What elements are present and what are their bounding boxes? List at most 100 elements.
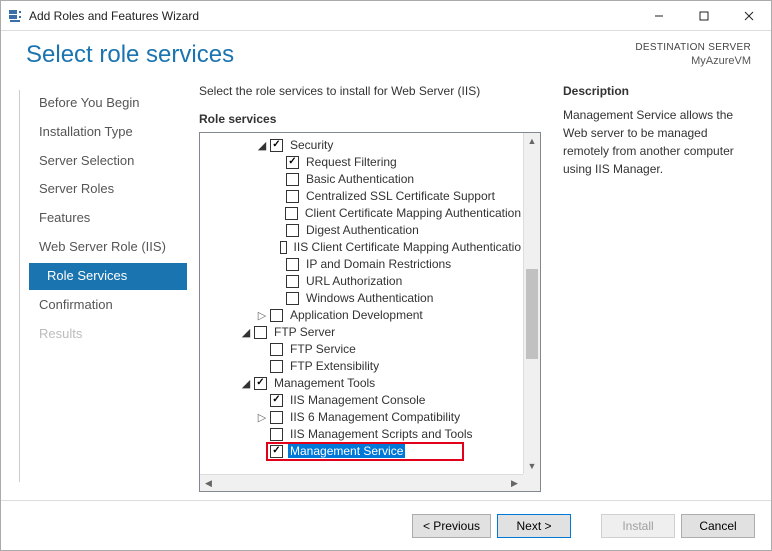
wizard-window: Add Roles and Features Wizard Select rol… (0, 0, 772, 551)
expand-icon[interactable]: ▷ (256, 309, 268, 322)
tree-node[interactable]: ◢ Security (208, 137, 523, 154)
tree-node[interactable]: Centralized SSL Certificate Support (208, 188, 523, 205)
tree-checkbox[interactable] (270, 428, 283, 441)
tree-checkbox[interactable] (254, 326, 267, 339)
vertical-scrollbar[interactable]: ▲ ▼ (523, 133, 540, 474)
expand-icon[interactable]: ▷ (256, 411, 268, 424)
tree-node[interactable]: Management Service (208, 443, 523, 460)
tree-node[interactable]: URL Authorization (208, 273, 523, 290)
scroll-up-icon[interactable]: ▲ (524, 133, 540, 150)
description-text: Management Service allows the Web server… (563, 106, 753, 178)
close-button[interactable] (726, 1, 771, 30)
tree-checkbox[interactable] (270, 309, 283, 322)
tree-checkbox[interactable] (270, 394, 283, 407)
destination-server: DESTINATION SERVER MyAzureVM (635, 41, 751, 68)
tree-checkbox[interactable] (286, 292, 299, 305)
tree-label[interactable]: IP and Domain Restrictions (304, 257, 453, 271)
tree-node[interactable]: FTP Service (208, 341, 523, 358)
scroll-corner (523, 474, 540, 491)
tree-node[interactable]: Basic Authentication (208, 171, 523, 188)
collapse-icon[interactable]: ◢ (240, 326, 252, 339)
tree-node[interactable]: IIS Management Scripts and Tools (208, 426, 523, 443)
footer: < Previous Next > Install Cancel (1, 500, 771, 550)
collapse-icon[interactable]: ◢ (240, 377, 252, 390)
tree-node[interactable]: ▷ Application Development (208, 307, 523, 324)
destination-name: MyAzureVM (635, 54, 751, 68)
tree-checkbox[interactable] (270, 411, 283, 424)
tree-checkbox[interactable] (285, 207, 297, 220)
description-panel: Description Management Service allows th… (553, 84, 753, 492)
tree-node[interactable]: IP and Domain Restrictions (208, 256, 523, 273)
cancel-button[interactable]: Cancel (681, 514, 755, 538)
tree-checkbox[interactable] (270, 343, 283, 356)
wizard-step[interactable]: Confirmation (29, 292, 187, 319)
install-button[interactable]: Install (601, 514, 675, 538)
scroll-left-icon[interactable]: ◀ (200, 475, 217, 491)
main-panel: Select the role services to install for … (187, 84, 553, 492)
role-services-tree[interactable]: ◢ Security Request Filtering Basic Authenti… (200, 133, 523, 474)
titlebar[interactable]: Add Roles and Features Wizard (1, 1, 771, 31)
tree-label[interactable]: Centralized SSL Certificate Support (304, 189, 497, 203)
scroll-down-icon[interactable]: ▼ (524, 457, 540, 474)
minimize-button[interactable] (636, 1, 681, 30)
window-title: Add Roles and Features Wizard (29, 9, 199, 23)
tree-node[interactable]: ◢ Management Tools (208, 375, 523, 392)
tree-label[interactable]: Management Service (288, 444, 405, 458)
wizard-step[interactable]: Server Selection (29, 148, 187, 175)
tree-label[interactable]: FTP Service (288, 342, 358, 356)
tree-checkbox[interactable] (270, 445, 283, 458)
scroll-right-icon[interactable]: ▶ (506, 475, 523, 491)
tree-node[interactable]: ▷ IIS 6 Management Compatibility (208, 409, 523, 426)
app-icon (7, 8, 23, 24)
wizard-steps: Before You BeginInstallation TypeServer … (19, 84, 187, 492)
tree-node[interactable]: IIS Client Certificate Mapping Authentic… (208, 239, 523, 256)
scroll-thumb[interactable] (526, 269, 538, 359)
horizontal-scrollbar[interactable]: ◀ ▶ (200, 474, 523, 491)
tree-node[interactable]: Windows Authentication (208, 290, 523, 307)
wizard-step: Results (29, 321, 187, 348)
tree-label[interactable]: Client Certificate Mapping Authenticatio… (303, 206, 523, 220)
tree-label[interactable]: IIS Management Scripts and Tools (288, 427, 475, 441)
collapse-icon[interactable]: ◢ (256, 139, 268, 152)
tree-node[interactable]: IIS Management Console (208, 392, 523, 409)
tree-label[interactable]: Security (288, 138, 335, 152)
tree-label[interactable]: Windows Authentication (304, 291, 435, 305)
tree-checkbox[interactable] (254, 377, 267, 390)
wizard-step[interactable]: Server Roles (29, 176, 187, 203)
tree-checkbox[interactable] (270, 360, 283, 373)
wizard-step[interactable]: Installation Type (29, 119, 187, 146)
tree-node[interactable]: ◢ FTP Server (208, 324, 523, 341)
tree-label[interactable]: Management Tools (272, 376, 377, 390)
tree-node[interactable]: Client Certificate Mapping Authenticatio… (208, 205, 523, 222)
tree-label[interactable]: IIS 6 Management Compatibility (288, 410, 462, 424)
tree-checkbox[interactable] (286, 224, 299, 237)
tree-label[interactable]: IIS Management Console (288, 393, 427, 407)
wizard-step[interactable]: Features (29, 205, 187, 232)
tree-label[interactable]: Request Filtering (304, 155, 399, 169)
tree-checkbox[interactable] (280, 241, 287, 254)
tree-checkbox[interactable] (286, 258, 299, 271)
maximize-button[interactable] (681, 1, 726, 30)
tree-label[interactable]: URL Authorization (304, 274, 404, 288)
wizard-step[interactable]: Web Server Role (IIS) (29, 234, 187, 261)
tree-label[interactable]: Basic Authentication (304, 172, 416, 186)
role-services-label: Role services (199, 112, 541, 126)
wizard-step[interactable]: Role Services (29, 263, 187, 290)
tree-checkbox[interactable] (286, 275, 299, 288)
tree-node[interactable]: Digest Authentication (208, 222, 523, 239)
tree-node[interactable]: Request Filtering (208, 154, 523, 171)
tree-checkbox[interactable] (286, 156, 299, 169)
tree-label[interactable]: FTP Extensibility (288, 359, 381, 373)
tree-checkbox[interactable] (270, 139, 283, 152)
tree-checkbox[interactable] (286, 173, 299, 186)
tree-label[interactable]: FTP Server (272, 325, 337, 339)
tree-label[interactable]: IIS Client Certificate Mapping Authentic… (292, 240, 523, 254)
tree-label[interactable]: Digest Authentication (304, 223, 421, 237)
tree-checkbox[interactable] (286, 190, 299, 203)
tree-node[interactable]: FTP Extensibility (208, 358, 523, 375)
description-heading: Description (563, 84, 753, 98)
previous-button[interactable]: < Previous (412, 514, 491, 538)
wizard-step[interactable]: Before You Begin (29, 90, 187, 117)
tree-label[interactable]: Application Development (288, 308, 425, 322)
next-button[interactable]: Next > (497, 514, 571, 538)
